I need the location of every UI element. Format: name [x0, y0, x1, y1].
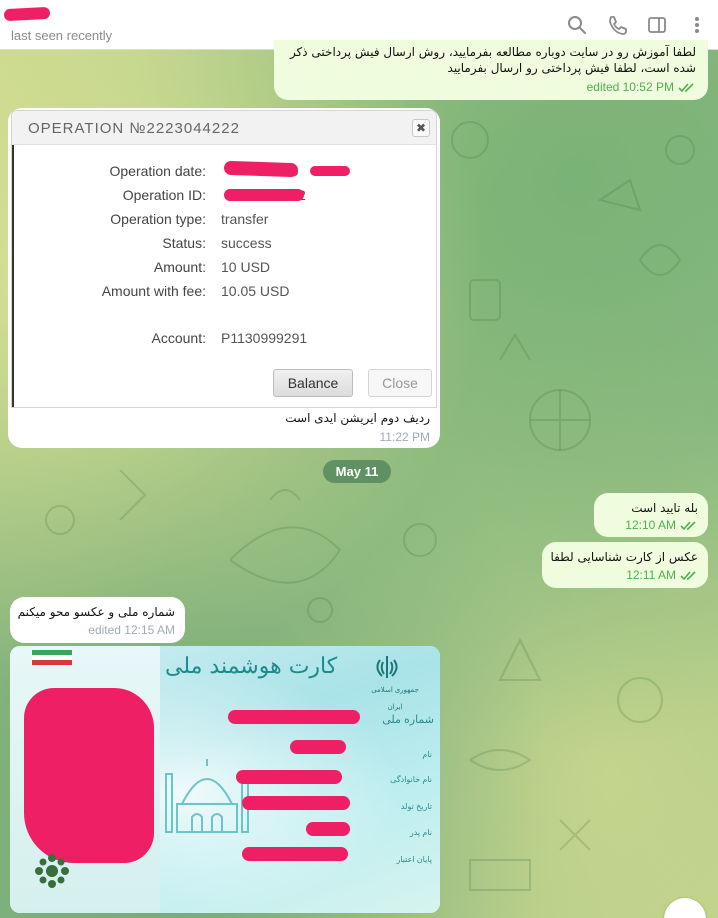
redaction-mark: [242, 847, 348, 861]
message-time: edited 10:52 PM: [586, 80, 674, 94]
dialog-close-icon: ✖: [412, 119, 430, 137]
operation-titlebar: OPERATION №2223044222 ✖: [12, 111, 436, 145]
status-row: Status: success: [12, 235, 436, 255]
status-value: success: [221, 235, 272, 251]
id-field-expiry: پایان اعتبار: [396, 855, 432, 864]
message-meta: 12:10 AM: [625, 517, 698, 534]
operation-id-label: Operation ID:: [122, 187, 206, 203]
id-card-republic-text: جمهوری اسلامی ایران: [371, 687, 419, 711]
id-card-photo: کارت هوشمند ملی جمهوری اسلامی ایران شمار…: [10, 646, 440, 913]
message-meta: edited 12:15 AM: [88, 622, 175, 639]
id-field-first-name: نام: [422, 750, 432, 759]
operation-date-label: Operation date:: [109, 163, 206, 179]
id-card-title: کارت هوشمند ملی: [165, 654, 338, 679]
id-field-last-name: نام خانوادگی: [390, 775, 432, 784]
outgoing-message-confirm[interactable]: بله تایید است 12:10 AM: [594, 493, 708, 537]
message-text: لطفا آموزش رو در سایت دوباره مطالعه بفرم…: [289, 45, 696, 75]
operation-id-row: Operation ID: 2: [12, 187, 436, 207]
redaction-mark: [228, 710, 360, 724]
redaction-mark: [310, 166, 350, 176]
message-meta: edited 10:52 PM: [587, 79, 696, 96]
redaction-mark: [242, 796, 350, 810]
date-divider: May 11: [323, 460, 391, 483]
national-id-label: شماره ملی: [382, 714, 434, 726]
redaction-mark: [290, 740, 346, 754]
read-ticks-icon: [678, 82, 694, 92]
redaction-mark: [236, 770, 342, 784]
amount-with-fee-value: 10.05 USD: [221, 283, 290, 299]
id-field-father-name: نام پدر: [409, 828, 432, 837]
id-field-birth-date: تاریخ تولد: [400, 802, 432, 811]
message-caption: ردیف دوم ایریشن ایدی است: [285, 411, 430, 425]
redaction-mark: [224, 189, 304, 201]
phone-icon[interactable]: [606, 14, 628, 36]
sidebar-toggle-icon[interactable]: [646, 14, 668, 36]
search-icon[interactable]: [566, 14, 588, 36]
amount-label: Amount:: [153, 259, 206, 275]
close-button-image: Close: [368, 369, 432, 397]
redaction-mark: [306, 822, 350, 836]
incoming-id-card-image[interactable]: کارت هوشمند ملی جمهوری اسلامی ایران شمار…: [10, 646, 440, 913]
account-row: Account: P1130999291: [12, 330, 436, 350]
message-text: شماره ملی و عکسو محو میکنم: [17, 605, 175, 619]
operation-dialog-image: OPERATION №2223044222 ✖ Operation date: …: [11, 110, 437, 408]
emblem-icon: [35, 854, 69, 888]
operation-type-value: transfer: [221, 211, 269, 227]
outgoing-message-instructions[interactable]: لطفا آموزش رو در سایت دوباره مطالعه بفرم…: [274, 40, 708, 100]
balance-button-image: Balance: [273, 369, 353, 397]
operation-title: OPERATION №2223044222: [28, 120, 240, 137]
amount-with-fee-row: Amount with fee: 10.05 USD: [12, 283, 436, 303]
read-ticks-icon: [680, 520, 696, 530]
status-label: Status:: [162, 235, 206, 251]
operation-type-row: Operation type: transfer: [12, 211, 436, 231]
read-ticks-icon: [680, 570, 696, 580]
account-value: P1130999291: [221, 330, 308, 346]
message-meta: 11:22 PM: [380, 429, 430, 446]
message-time: edited 12:15 AM: [88, 623, 175, 637]
operation-date-row: Operation date: 025: [12, 160, 436, 183]
message-time: 12:11 AM: [626, 568, 676, 582]
message-text: عکس از کارت شناسایی لطفا: [550, 550, 698, 564]
message-time: 12:10 AM: [625, 518, 676, 532]
message-time: 11:22 PM: [379, 430, 430, 444]
redacted-photo: [24, 688, 154, 863]
flag-icon: [32, 650, 72, 665]
more-icon[interactable]: [686, 14, 708, 36]
amount-row: Amount: 10 USD: [12, 259, 436, 279]
message-meta: 12:11 AM: [626, 567, 698, 584]
header-actions: [566, 14, 708, 36]
amount-with-fee-label: Amount with fee:: [101, 283, 206, 299]
message-text: بله تایید است: [631, 501, 698, 515]
account-label: Account:: [151, 330, 206, 346]
operation-type-label: Operation type:: [110, 211, 206, 227]
iran-emblem-icon: [376, 656, 398, 678]
incoming-message-delete-note[interactable]: شماره ملی و عکسو محو میکنم edited 12:15 …: [10, 597, 185, 643]
incoming-operation-screenshot[interactable]: OPERATION №2223044222 ✖ Operation date: …: [8, 108, 440, 448]
outgoing-message-id-request[interactable]: عکس از کارت شناسایی لطفا 12:11 AM: [542, 542, 708, 588]
last-seen-status: last seen recently: [11, 28, 113, 43]
redacted-chat-name: [3, 6, 51, 22]
redaction-mark: [223, 160, 299, 178]
amount-value: 10 USD: [221, 259, 271, 275]
shrine-illustration: [165, 759, 249, 833]
